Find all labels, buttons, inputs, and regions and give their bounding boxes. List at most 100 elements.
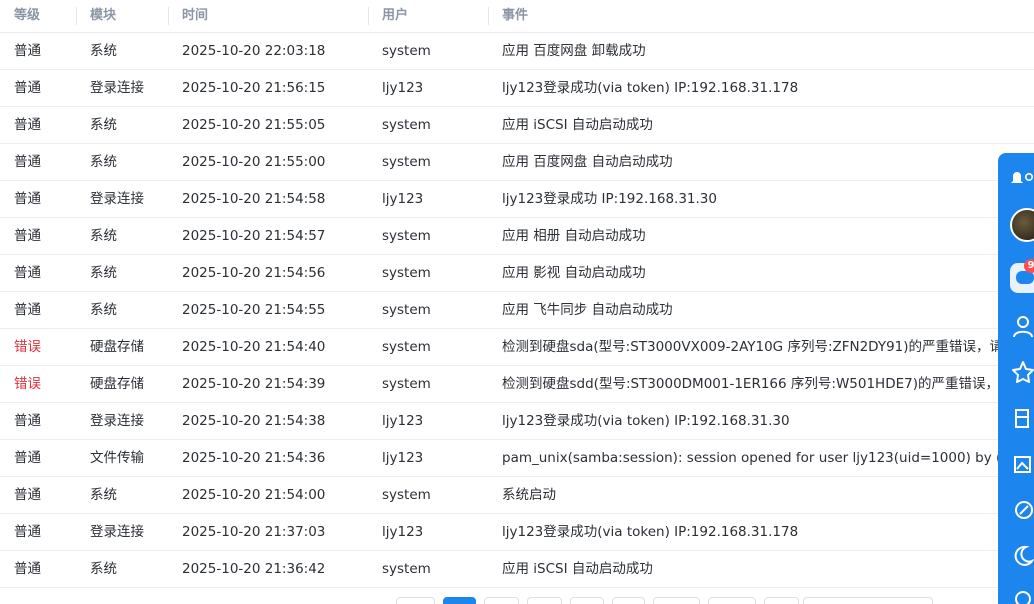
event-cell: 应用 相册 自动启动成功 (502, 228, 646, 244)
page-button[interactable] (570, 597, 604, 604)
user-cell: system (382, 43, 431, 59)
header-time[interactable]: 时间 (168, 0, 208, 32)
event-cell: ljy123登录成功(via token) IP:192.168.31.178 (502, 524, 799, 540)
time-cell: 2025-10-20 21:55:05 (182, 117, 326, 133)
user-cell: ljy123 (382, 524, 424, 540)
header-level[interactable]: 等级 (0, 0, 40, 32)
table-row[interactable]: 普通 系统 2025-10-20 21:54:55 system 应用 飞牛同步 自动启… (0, 292, 1034, 329)
user-cell: system (382, 487, 431, 503)
time-cell: 2025-10-20 21:54:39 (182, 376, 326, 392)
moon-icon[interactable] (1008, 543, 1034, 569)
user-cell: system (382, 154, 431, 170)
table-row[interactable]: 普通 登录连接 2025-10-20 21:54:58 ljy123 ljy123登录成… (0, 181, 1034, 218)
time-cell: 2025-10-20 21:54:55 (182, 302, 326, 318)
module-cell: 硬盘存储 (90, 376, 144, 392)
time-cell: 2025-10-20 21:54:00 (182, 487, 326, 503)
table-row[interactable]: 错误 硬盘存储 2025-10-20 21:54:39 system 检测到硬盘sdd(… (0, 366, 1034, 403)
user-icon[interactable] (1008, 313, 1034, 339)
star-icon[interactable] (1008, 359, 1034, 385)
side-panel: 9 (998, 153, 1034, 604)
table-row[interactable]: 普通 登录连接 2025-10-20 21:54:38 ljy123 ljy123登录成… (0, 403, 1034, 440)
table-body: 普通 系统 2025-10-20 22:03:18 system 应用 百度网盘 卸载成… (0, 33, 1034, 588)
module-cell: 系统 (90, 302, 117, 318)
event-cell: ljy123登录成功(via token) IP:192.168.31.178 (502, 80, 799, 96)
user-cell: system (382, 561, 431, 577)
user-cell: system (382, 339, 431, 355)
module-cell: 登录连接 (90, 524, 144, 540)
module-cell: 系统 (90, 561, 117, 577)
puzzle-icon[interactable] (1008, 405, 1034, 431)
event-cell: 应用 iSCSI 自动启动成功 (502, 561, 653, 577)
time-cell: 2025-10-20 21:54:36 (182, 450, 326, 466)
time-cell: 2025-10-20 21:36:42 (182, 561, 326, 577)
prev-page-button[interactable] (396, 597, 435, 604)
module-cell: 系统 (90, 228, 117, 244)
user-cell: ljy123 (382, 413, 424, 429)
table-row[interactable]: 普通 登录连接 2025-10-20 21:37:03 ljy123 ljy123登录成… (0, 514, 1034, 551)
table-row[interactable]: 普通 登录连接 2025-10-20 21:56:15 ljy123 ljy123登录成… (0, 70, 1034, 107)
link-icon[interactable] (1008, 497, 1034, 523)
bell-icon[interactable] (1008, 165, 1034, 191)
page-button[interactable] (653, 597, 700, 604)
level-cell: 普通 (14, 265, 41, 281)
module-cell: 系统 (90, 43, 117, 59)
time-cell: 2025-10-20 22:03:18 (182, 43, 326, 59)
table-header: 等级 模块 时间 用户 事件 (0, 0, 1034, 33)
level-cell: 普通 (14, 524, 41, 540)
header-user[interactable]: 用户 (368, 0, 408, 32)
search-icon[interactable] (1008, 587, 1034, 604)
event-cell: 系统启动 (502, 487, 556, 503)
module-cell: 登录连接 (90, 80, 144, 96)
user-cell: system (382, 228, 431, 244)
table-row[interactable]: 普通 系统 2025-10-20 22:03:18 system 应用 百度网盘 卸载成… (0, 33, 1034, 70)
time-cell: 2025-10-20 21:54:56 (182, 265, 326, 281)
table-row[interactable]: 普通 系统 2025-10-20 21:54:57 system 应用 相册 自动启动成… (0, 218, 1034, 255)
time-cell: 2025-10-20 21:56:15 (182, 80, 326, 96)
user-cell: ljy123 (382, 80, 424, 96)
event-cell: 检测到硬盘sda(型号:ST3000VX009-2AY10G 序列号:ZFN2D… (502, 339, 1008, 355)
table-row[interactable]: 普通 系统 2025-10-20 21:54:56 system 应用 影视 自动启动成… (0, 255, 1034, 292)
table-row[interactable]: 普通 系统 2025-10-20 21:55:00 system 应用 百度网盘 自动启… (0, 144, 1034, 181)
table-row[interactable]: 普通 系统 2025-10-20 21:36:42 system 应用 iSCSI 自动… (0, 551, 1034, 588)
user-cell: ljy123 (382, 191, 424, 207)
table-row[interactable]: 错误 硬盘存储 2025-10-20 21:54:40 system 检测到硬盘sda(… (0, 329, 1034, 366)
page-button[interactable] (527, 597, 562, 604)
level-cell: 错误 (14, 339, 41, 355)
time-cell: 2025-10-20 21:54:40 (182, 339, 326, 355)
event-cell: 应用 飞牛同步 自动启动成功 (502, 302, 673, 318)
event-cell: 应用 影视 自动启动成功 (502, 265, 646, 281)
user-cell: ljy123 (382, 450, 424, 466)
table-row[interactable]: 普通 系统 2025-10-20 21:55:05 system 应用 iSCSI 自动… (0, 107, 1034, 144)
table-row[interactable]: 普通 系统 2025-10-20 21:54:00 system 系统启动 (0, 477, 1034, 514)
level-cell: 普通 (14, 228, 41, 244)
page-button[interactable] (484, 597, 519, 604)
level-cell: 普通 (14, 487, 41, 503)
time-cell: 2025-10-20 21:54:58 (182, 191, 326, 207)
page-size-select[interactable] (803, 597, 933, 604)
module-cell: 硬盘存储 (90, 339, 144, 355)
user-cell: system (382, 265, 431, 281)
module-cell: 文件传输 (90, 450, 144, 466)
level-cell: 普通 (14, 117, 41, 133)
module-cell: 系统 (90, 487, 117, 503)
page-button[interactable] (612, 597, 645, 604)
event-cell: ljy123登录成功 IP:192.168.31.30 (502, 191, 717, 207)
next-page-button[interactable] (764, 597, 799, 604)
level-cell: 普通 (14, 154, 41, 170)
notification-badge: 9 (1024, 259, 1034, 273)
avatar[interactable] (1010, 208, 1034, 242)
header-event[interactable]: 事件 (488, 0, 528, 32)
event-cell: ljy123登录成功(via token) IP:192.168.31.30 (502, 413, 790, 429)
time-cell: 2025-10-20 21:55:00 (182, 154, 326, 170)
header-module[interactable]: 模块 (76, 0, 116, 32)
level-cell: 普通 (14, 413, 41, 429)
page-button-current[interactable] (443, 597, 476, 604)
level-cell: 错误 (14, 376, 41, 392)
time-cell: 2025-10-20 21:37:03 (182, 524, 326, 540)
photo-icon[interactable] (1008, 451, 1034, 477)
module-cell: 登录连接 (90, 413, 144, 429)
page-button[interactable] (708, 597, 756, 604)
table-row[interactable]: 普通 文件传输 2025-10-20 21:54:36 ljy123 pam_unix(… (0, 440, 1034, 477)
module-cell: 系统 (90, 265, 117, 281)
level-cell: 普通 (14, 191, 41, 207)
